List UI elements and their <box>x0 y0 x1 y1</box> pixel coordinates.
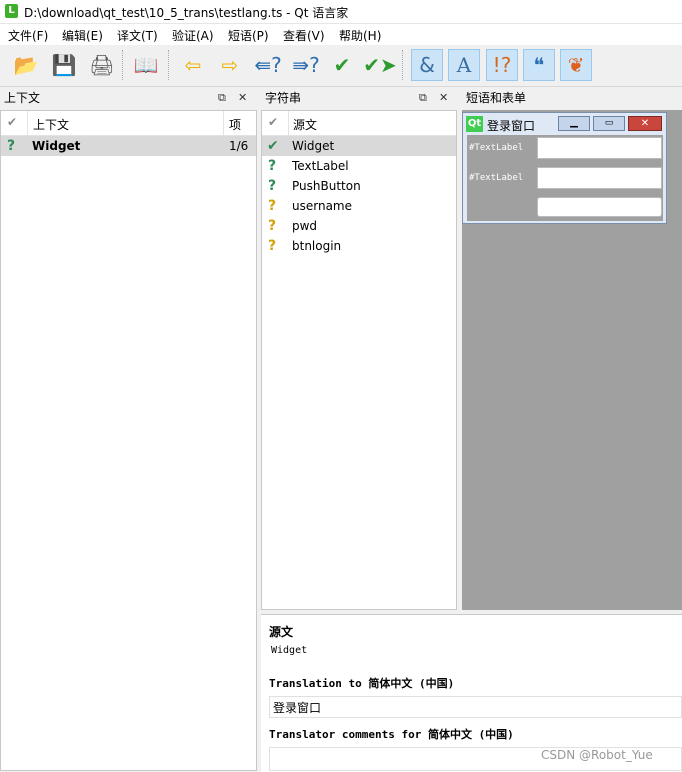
items-column-header[interactable]: 项 <box>229 116 241 133</box>
string-text: TextLabel <box>292 159 349 173</box>
comments-heading: Translator comments for 简体中文 (中国) <box>269 728 514 741</box>
next-unfinished-icon[interactable]: ⇛? <box>290 49 322 81</box>
close-icon[interactable]: ✕ <box>439 88 448 108</box>
username-input[interactable] <box>537 137 662 159</box>
string-row[interactable]: ? username <box>262 196 456 216</box>
next-icon[interactable]: ⇨ <box>214 49 246 81</box>
obsolete-icon: ? <box>268 218 277 234</box>
context-column-header[interactable]: 上下文 <box>33 116 69 133</box>
form-window-title: 登录窗口 <box>487 119 536 133</box>
unfinished-icon: ? <box>7 138 16 154</box>
close-icon[interactable]: ✕ <box>238 88 247 108</box>
strings-list: ✔ 源文 ✔ Widget ? TextLabel ? PushButton ?… <box>261 110 457 610</box>
string-row[interactable]: ? pwd <box>262 216 456 236</box>
context-name: Widget <box>32 139 81 153</box>
string-row[interactable]: ✔ Widget <box>262 136 456 156</box>
phrasebook-icon[interactable]: 📖 <box>130 49 162 81</box>
password-input[interactable] <box>537 167 662 189</box>
menu-validation[interactable]: 验证(A) <box>172 27 214 44</box>
menu-phrases[interactable]: 短语(P) <box>228 27 269 44</box>
strings-header: ✔ 源文 <box>262 111 456 136</box>
obsolete-icon: ? <box>268 238 277 254</box>
translation-value: 登录窗口 <box>273 701 322 715</box>
prev-unfinished-icon[interactable]: ⇚? <box>252 49 284 81</box>
translation-input[interactable]: 登录窗口 <box>269 696 682 718</box>
save-icon[interactable]: 💾 <box>48 49 80 81</box>
string-text: btnlogin <box>292 239 342 253</box>
window-title: D:\download\qt_test\10_5_trans\testlang.… <box>24 6 349 20</box>
accelerator-check-icon[interactable]: & <box>411 49 443 81</box>
menu-translation[interactable]: 译文(T) <box>117 27 158 44</box>
qt-logo-icon: Qt <box>466 116 483 132</box>
menu-view[interactable]: 查看(V) <box>283 27 325 44</box>
source-heading: 源文 <box>269 625 294 639</box>
done-next-icon[interactable]: ✔➤ <box>363 49 397 81</box>
minimize-icon[interactable]: ▁ <box>558 116 590 131</box>
menu-edit[interactable]: 编辑(E) <box>62 27 103 44</box>
done-icon: ✔ <box>267 138 279 154</box>
string-text: pwd <box>292 219 318 233</box>
string-text: username <box>292 199 352 213</box>
menu-help[interactable]: 帮助(H) <box>339 27 381 44</box>
maximize-icon[interactable]: ▭ <box>593 116 625 131</box>
done-icon[interactable]: ✔ <box>326 49 358 81</box>
open-icon[interactable]: 📂 <box>10 49 42 81</box>
app-logo-icon: L <box>5 4 18 18</box>
unfinished-icon: ? <box>268 158 277 174</box>
string-text: Widget <box>292 139 335 153</box>
form-preview-window: Qt 登录窗口 ▁ ▭ ✕ #TextLabel #TextLabel <box>462 112 667 224</box>
toolbar-separator <box>122 50 124 80</box>
context-header: ✔ 上下文 项 <box>1 111 256 136</box>
menu-bar: 文件(F) 编辑(E) 译文(T) 验证(A) 短语(P) 查看(V) 帮助(H… <box>0 24 682 45</box>
source-text: Widget <box>271 645 308 656</box>
strings-dock-title: 字符串 ⧉ ✕ <box>261 88 457 108</box>
toolbar: 📂 💾 🖨 📖 ⇦ ⇨ ⇚? ⇛? ✔ ✔➤ & A !? ❝ ❦ <box>0 46 682 87</box>
title-bar: L D:\download\qt_test\10_5_trans\testlan… <box>0 0 682 24</box>
context-count: 1/6 <box>229 139 249 153</box>
surrounding-whitespace-icon[interactable]: ❦ <box>560 49 592 81</box>
unfinished-icon: ? <box>268 178 277 194</box>
float-icon[interactable]: ⧉ <box>419 88 427 108</box>
context-dock-title-text: 上下文 <box>4 91 41 105</box>
phrase-check-icon[interactable]: !? <box>486 49 518 81</box>
context-dock-title: 上下文 ⧉ ✕ <box>0 88 258 108</box>
toolbar-separator <box>402 50 404 80</box>
phrases-dock-title: 短语和表单 <box>462 88 682 108</box>
translation-editor: 源文 Widget Translation to 简体中文 (中国) 登录窗口 … <box>261 614 682 772</box>
string-row[interactable]: ? btnlogin <box>262 236 456 256</box>
context-row[interactable]: ? Widget 1/6 <box>1 136 256 156</box>
status-header-icon: ✔ <box>268 115 279 129</box>
print-icon[interactable]: 🖨 <box>86 49 118 81</box>
phrases-dock-title-text: 短语和表单 <box>466 91 527 105</box>
strings-dock-title-text: 字符串 <box>265 91 302 105</box>
form-body: #TextLabel #TextLabel <box>467 135 663 221</box>
string-text: PushButton <box>292 179 361 193</box>
punctuation-check-icon[interactable]: A <box>448 49 480 81</box>
status-header-icon: ✔ <box>7 115 18 129</box>
toolbar-separator <box>168 50 170 80</box>
context-list: ✔ 上下文 项 ? Widget 1/6 <box>0 110 257 771</box>
placemarker-check-icon[interactable]: ❝ <box>523 49 555 81</box>
watermark: CSDN @Robot_Yue <box>541 748 653 762</box>
text-label: #TextLabel <box>469 173 524 183</box>
text-label: #TextLabel <box>469 143 524 153</box>
prev-icon[interactable]: ⇦ <box>177 49 209 81</box>
obsolete-icon: ? <box>268 198 277 214</box>
close-icon[interactable]: ✕ <box>628 116 662 131</box>
string-row[interactable]: ? TextLabel <box>262 156 456 176</box>
login-button[interactable] <box>537 197 662 217</box>
source-column-header[interactable]: 源文 <box>293 116 317 133</box>
string-row[interactable]: ? PushButton <box>262 176 456 196</box>
translation-heading: Translation to 简体中文 (中国) <box>269 677 455 690</box>
float-icon[interactable]: ⧉ <box>218 88 226 108</box>
menu-file[interactable]: 文件(F) <box>8 27 48 44</box>
